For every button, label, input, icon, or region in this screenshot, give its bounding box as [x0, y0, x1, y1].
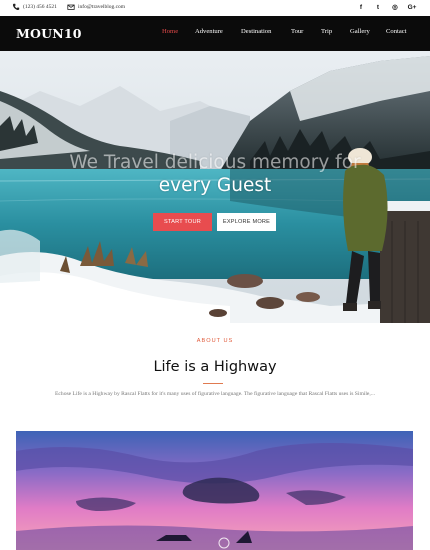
- email-text: info@travelblog.com: [78, 4, 126, 10]
- nav-item-destination[interactable]: Destination: [241, 28, 271, 35]
- facebook-icon[interactable]: f: [357, 2, 365, 12]
- hero-title-line1: We Travel delicious memory for: [69, 152, 361, 173]
- nav-item-adventure[interactable]: Adventure: [195, 28, 223, 35]
- phone-text: (123) 456 4521: [23, 4, 57, 10]
- twitter-icon[interactable]: t: [374, 2, 382, 12]
- nav-item-tour[interactable]: Tour: [291, 28, 303, 35]
- envelope-icon: [67, 4, 75, 10]
- nav-item-trip[interactable]: Trip: [321, 28, 332, 35]
- explore-more-button[interactable]: EXPLORE MORE: [217, 213, 276, 231]
- hero-title-line2: every Guest: [158, 175, 272, 196]
- social-links: f t ◎ G+: [357, 2, 417, 12]
- site-logo[interactable]: MOUN10: [16, 26, 82, 41]
- google-plus-icon[interactable]: G+: [408, 2, 417, 12]
- main-navbar: MOUN10 Home Adventure Destination Tour T…: [0, 16, 430, 51]
- phone-contact[interactable]: (123) 456 4521: [12, 3, 57, 11]
- hero-banner: We Travel delicious memory for every Gue…: [0, 51, 430, 323]
- phone-icon: [12, 3, 20, 11]
- title-divider: [203, 383, 223, 384]
- about-tag: ABOUT US: [196, 338, 234, 344]
- about-title: Life is a Highway: [153, 359, 277, 375]
- nav-item-home[interactable]: Home: [162, 28, 178, 35]
- instagram-icon[interactable]: ◎: [391, 2, 399, 12]
- sunset-scene: [16, 431, 413, 550]
- nav-item-contact[interactable]: Contact: [386, 28, 407, 35]
- top-bar: (123) 456 4521 info@travelblog.com f t ◎…: [0, 0, 430, 16]
- sunset-image: [16, 431, 413, 550]
- nav-item-gallery[interactable]: Gallery: [350, 28, 370, 35]
- start-tour-button[interactable]: START TOUR: [153, 213, 212, 231]
- about-text: Echose Life is a Highway by Rascal Flatt…: [55, 391, 375, 397]
- email-contact[interactable]: info@travelblog.com: [67, 3, 125, 11]
